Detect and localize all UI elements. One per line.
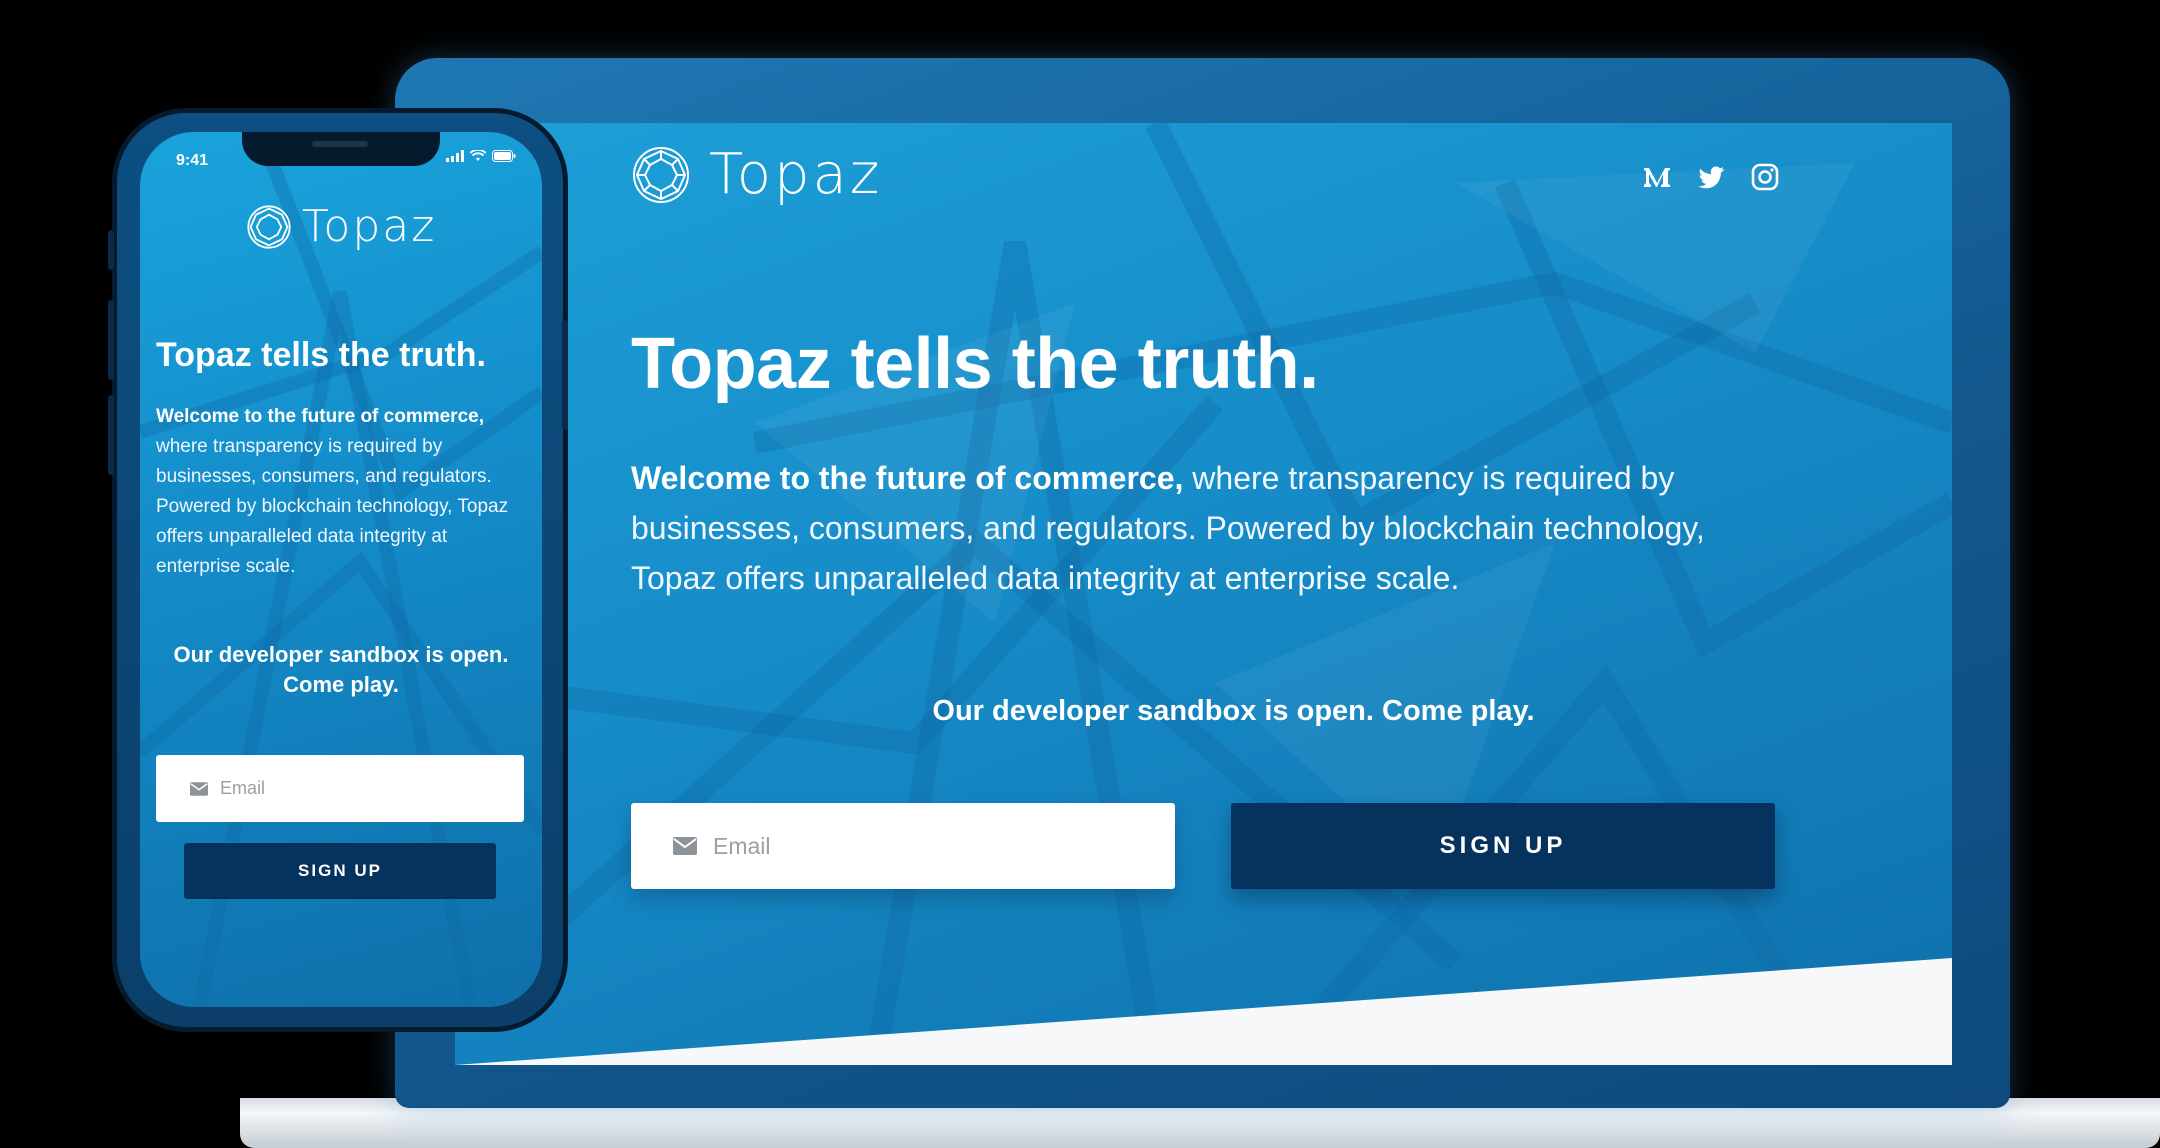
brand-name: Topaz: [709, 142, 883, 207]
battery-icon: [492, 150, 516, 162]
envelope-icon: [673, 837, 697, 855]
email-input[interactable]: [711, 831, 1135, 861]
phone-hero-description: Welcome to the future of commerce, where…: [156, 402, 536, 582]
phone-sandbox-line2: Come play.: [283, 672, 399, 697]
phone-email-input[interactable]: [218, 777, 502, 800]
laptop-screen: Topaz Topaz tells the truth. Welcome to …: [455, 123, 1952, 1065]
phone-sandbox-callout: Our developer sandbox is open. Come play…: [156, 640, 526, 700]
phone-mute-switch: [108, 230, 114, 270]
phone-notch: [242, 132, 440, 166]
social-links: [1641, 161, 1781, 193]
topaz-gem-icon: [633, 147, 689, 203]
instagram-link[interactable]: [1749, 161, 1781, 193]
sandbox-callout: Our developer sandbox is open. Come play…: [932, 695, 1535, 727]
phone-brand-name: Topaz: [302, 201, 437, 252]
medium-icon: [1644, 168, 1670, 187]
phone-power-button: [562, 320, 568, 430]
phone-signup-button[interactable]: SIGN UP: [184, 843, 496, 899]
signal-icon: [446, 150, 464, 162]
status-time: 9:41: [176, 152, 209, 169]
instagram-icon: [1751, 163, 1779, 191]
phone-brand-logo[interactable]: Topaz: [246, 204, 436, 250]
brand-logo[interactable]: Topaz: [631, 145, 882, 205]
topaz-gem-icon: [247, 205, 291, 249]
wifi-icon: [470, 150, 486, 161]
phone-screen: 9:41 Topaz Topaz tells the truth. Welcom…: [140, 132, 542, 1007]
twitter-icon: [1698, 166, 1724, 189]
phone-hero-description-bold: Welcome to the future of commerce,: [156, 406, 484, 427]
status-icons: [446, 150, 516, 162]
hero-heading: Topaz tells the truth.: [631, 324, 1319, 404]
envelope-icon: [190, 781, 208, 796]
twitter-link[interactable]: [1695, 161, 1727, 193]
medium-link[interactable]: [1641, 161, 1673, 193]
hero-description-bold: Welcome to the future of commerce,: [631, 460, 1184, 496]
hero-description: Welcome to the future of commerce, where…: [631, 453, 1791, 603]
phone-volume-up: [108, 300, 114, 380]
signup-button[interactable]: SIGN UP: [1231, 803, 1775, 889]
email-field[interactable]: [631, 803, 1175, 889]
phone-hero-heading: Topaz tells the truth.: [156, 336, 486, 374]
phone-volume-down: [108, 395, 114, 475]
phone-email-field[interactable]: [156, 755, 524, 822]
phone-hero-description-text: where transparency is required by busine…: [156, 436, 509, 577]
phone-sandbox-line1: Our developer sandbox is open.: [173, 642, 509, 667]
